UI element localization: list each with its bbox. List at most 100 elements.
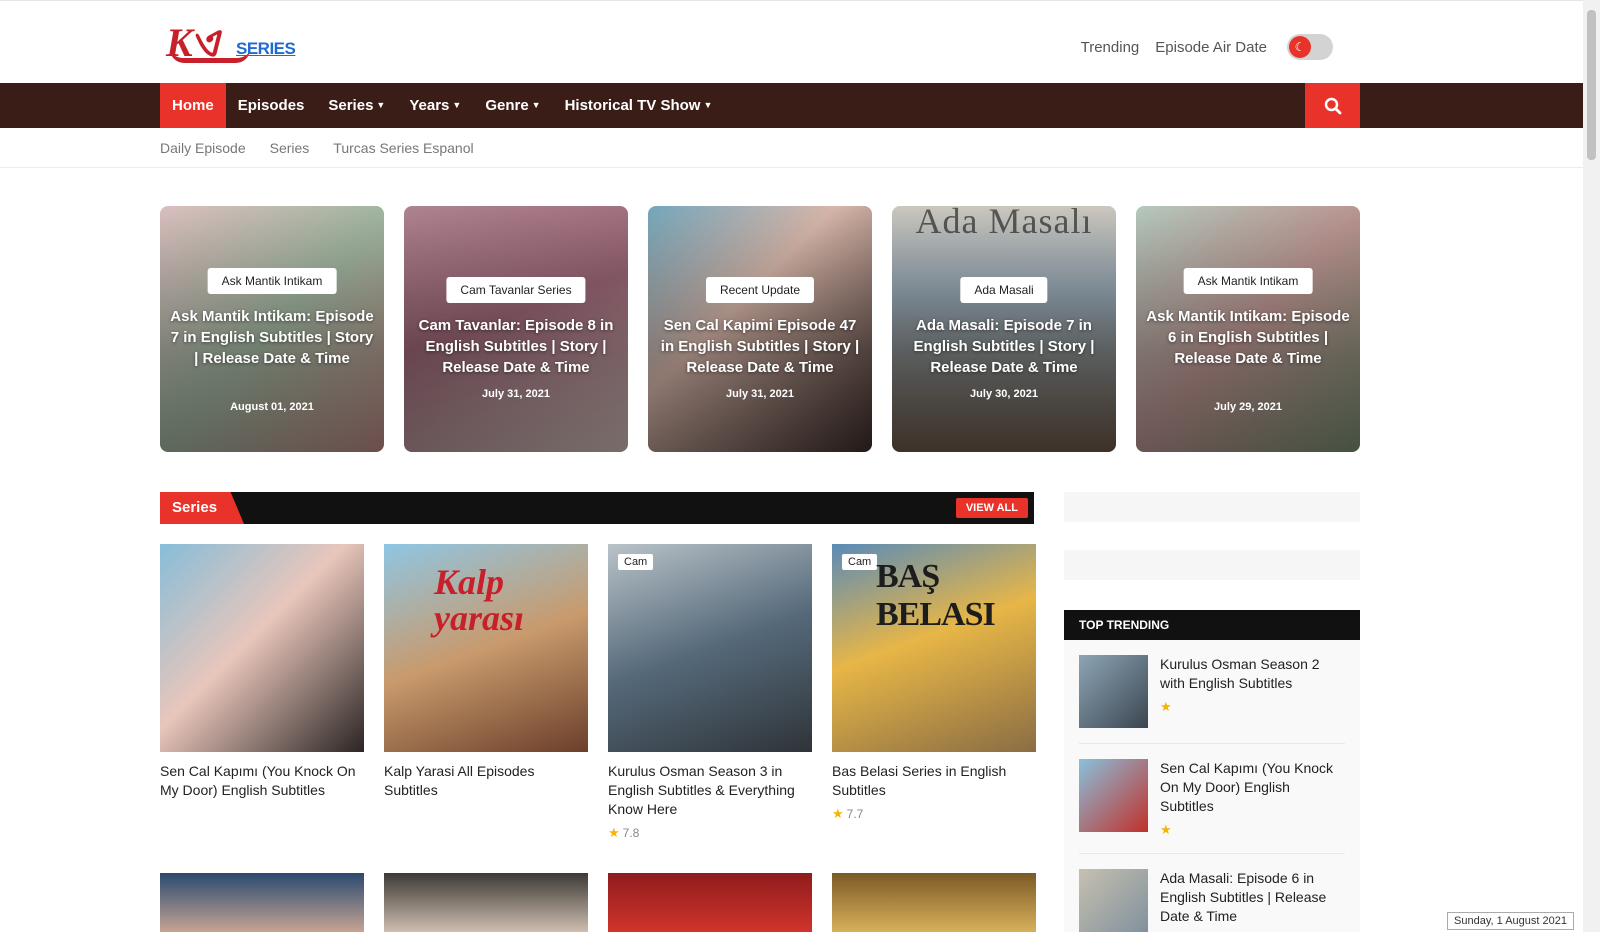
trending-title[interactable]: Kurulus Osman Season 2 with English Subt… (1160, 655, 1345, 693)
nav-label: Home (172, 97, 214, 114)
featured-title[interactable]: Cam Tavanlar: Episode 8 in English Subti… (414, 315, 618, 378)
site-header: Kଏ SERIES Trending Episode Air Date ☾ (0, 0, 1600, 83)
rating: ★ 7.7 (832, 806, 1036, 822)
star-icon: ★ (1160, 699, 1172, 714)
card-title[interactable]: Bas Belasi Series in English Subtitles (832, 762, 1036, 800)
nav-genre[interactable]: Genre ▼ (473, 83, 552, 128)
series-card[interactable] (384, 873, 588, 932)
trending-heading: TOP TRENDING (1064, 610, 1360, 640)
poster-image[interactable] (160, 544, 364, 752)
site-logo[interactable]: Kଏ SERIES (166, 19, 296, 67)
trending-thumb[interactable] (1079, 869, 1148, 932)
poster-title: Ada Masalı (915, 206, 1093, 241)
star-icon: ★ (832, 806, 844, 821)
search-button[interactable] (1305, 83, 1360, 128)
poster-image[interactable] (608, 873, 812, 932)
featured-date: July 29, 2021 (1214, 401, 1282, 413)
trending-title[interactable]: Sen Cal Kapımı (You Knock On My Door) En… (1160, 759, 1345, 816)
poster-image[interactable] (160, 873, 364, 932)
sidebar: TOP TRENDING Kurulus Osman Season 2 with… (1064, 492, 1360, 932)
poster-image[interactable] (384, 873, 588, 932)
category-tag[interactable]: Ask Mantik Intikam (1183, 268, 1313, 294)
category-tag[interactable]: Cam Tavanlar Series (446, 277, 586, 303)
section-header: Series VIEW ALL (160, 492, 1034, 524)
chevron-down-icon: ▼ (703, 100, 713, 110)
poster-image[interactable]: Kalp yarası (384, 544, 588, 752)
nav-episodes[interactable]: Episodes (226, 83, 317, 128)
featured-card[interactable]: Recent Update Sen Cal Kapimi Episode 47 … (648, 206, 872, 452)
poster-title: BAŞ BELASI (876, 558, 996, 633)
featured-slider: Ask Mantik Intikam Ask Mantik Intikam: E… (160, 206, 1360, 452)
series-card[interactable]: Cam BAŞ BELASI Bas Belasi Series in Engl… (832, 544, 1036, 841)
episode-air-date-link[interactable]: Episode Air Date (1155, 39, 1267, 56)
subnav-turcas-series-espanol[interactable]: Turcas Series Espanol (333, 140, 473, 156)
series-card[interactable] (608, 873, 812, 932)
poster-title: Kalp yarası (434, 562, 524, 638)
category-badge[interactable]: Cam (618, 554, 654, 570)
series-card[interactable]: Cam Kurulus Osman Season 3 in English Su… (608, 544, 812, 841)
view-all-button[interactable]: VIEW ALL (955, 498, 1028, 518)
nav-home[interactable]: Home (160, 83, 226, 128)
secondary-nav: Daily Episode Series Turcas Series Espan… (0, 128, 1600, 168)
trending-thumb[interactable] (1079, 655, 1148, 728)
featured-date: July 30, 2021 (970, 388, 1038, 400)
series-card[interactable]: Sen Cal Kapımı (You Knock On My Door) En… (160, 544, 364, 841)
rating: ★ 7.8 (608, 825, 812, 841)
chevron-down-icon: ▼ (452, 100, 462, 110)
trending-item[interactable]: Sen Cal Kapımı (You Knock On My Door) En… (1079, 744, 1345, 854)
section-title: Series (160, 492, 244, 524)
nav-series[interactable]: Series ▼ (316, 83, 397, 128)
card-title[interactable]: Kalp Yarasi All Episodes Subtitles (384, 762, 588, 800)
ad-slot (1064, 550, 1360, 580)
subnav-daily-episode[interactable]: Daily Episode (160, 140, 246, 156)
rating-value: 7.7 (846, 807, 864, 821)
series-card[interactable]: Kalp yarası Kalp Yarasi All Episodes Sub… (384, 544, 588, 841)
top-links: Trending Episode Air Date ☾ (1081, 34, 1333, 60)
category-tag[interactable]: Ada Masali (960, 277, 1048, 303)
trending-item[interactable]: Ada Masali: Episode 6 in English Subtitl… (1079, 854, 1345, 932)
nav-years[interactable]: Years ▼ (397, 83, 473, 128)
logo-text: SERIES (236, 39, 296, 58)
nav-historical-tv-show[interactable]: Historical TV Show ▼ (553, 83, 725, 128)
category-tag[interactable]: Recent Update (705, 277, 815, 303)
featured-title[interactable]: Ask Mantik Intikam: Episode 7 in English… (170, 306, 374, 369)
trending-list: Kurulus Osman Season 2 with English Subt… (1064, 640, 1360, 932)
featured-card[interactable]: Cam Tavanlar Series Cam Tavanlar: Episod… (404, 206, 628, 452)
taskbar-date: Sunday, 1 August 2021 (1447, 912, 1574, 930)
page-scrollbar[interactable] (1583, 0, 1600, 932)
featured-card[interactable]: Ask Mantik Intikam Ask Mantik Intikam: E… (1136, 206, 1360, 452)
featured-title[interactable]: Ask Mantik Intikam: Episode 6 in English… (1146, 306, 1350, 369)
trending-title[interactable]: Ada Masali: Episode 6 in English Subtitl… (1160, 869, 1345, 926)
dark-mode-toggle[interactable]: ☾ (1287, 34, 1333, 60)
chevron-down-icon: ▼ (531, 100, 541, 110)
poster-image[interactable]: Cam (608, 544, 812, 752)
poster-image[interactable] (832, 873, 1036, 932)
subnav-series[interactable]: Series (270, 140, 310, 156)
category-badge[interactable]: Cam (842, 554, 878, 570)
featured-title[interactable]: Sen Cal Kapimi Episode 47 in English Sub… (658, 315, 862, 378)
category-tag[interactable]: Ask Mantik Intikam (207, 268, 337, 294)
scrollbar-thumb[interactable] (1587, 10, 1596, 160)
trending-thumb[interactable] (1079, 759, 1148, 832)
nav-label: Genre (485, 97, 529, 114)
trending-item[interactable]: Kurulus Osman Season 2 with English Subt… (1079, 640, 1345, 744)
featured-date: July 31, 2021 (482, 388, 550, 400)
card-title[interactable]: Kurulus Osman Season 3 in English Subtit… (608, 762, 812, 819)
nav-label: Historical TV Show (564, 97, 701, 114)
series-card[interactable] (160, 873, 364, 932)
series-section: Series VIEW ALL Sen Cal Kapımı (You Knoc… (160, 492, 1036, 932)
poster-image[interactable]: Cam BAŞ BELASI (832, 544, 1036, 752)
ad-slot (1064, 492, 1360, 522)
featured-date: July 31, 2021 (726, 388, 794, 400)
card-title[interactable]: Sen Cal Kapımı (You Knock On My Door) En… (160, 762, 364, 800)
featured-title[interactable]: Ada Masali: Episode 7 in English Subtitl… (902, 315, 1106, 378)
featured-card[interactable]: Ada Masalı Ada Masali Ada Masali: Episod… (892, 206, 1116, 452)
series-card[interactable] (832, 873, 1036, 932)
nav-label: Series (328, 97, 374, 114)
main-nav: Home Episodes Series ▼ Years ▼ Genre ▼ Hist… (0, 83, 1600, 128)
search-icon (1324, 97, 1341, 114)
star-icon: ★ (1160, 822, 1172, 837)
star-icon: ★ (608, 825, 620, 840)
trending-link[interactable]: Trending (1081, 39, 1140, 56)
featured-card[interactable]: Ask Mantik Intikam Ask Mantik Intikam: E… (160, 206, 384, 452)
